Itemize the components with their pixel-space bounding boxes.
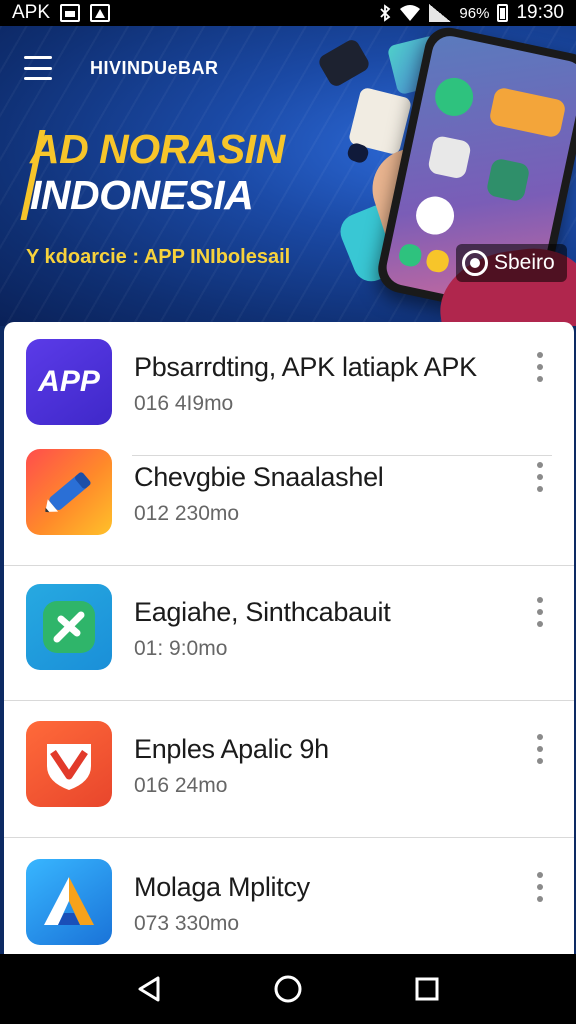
home-circle-icon	[274, 975, 302, 1003]
more-options-button[interactable]	[532, 597, 548, 627]
phone-app-tile	[424, 248, 451, 275]
brand-title: HIVINDUeBAR	[90, 58, 219, 78]
app-name: Molaga Mplitcy	[134, 872, 310, 902]
banner-subline: Y kdoarcie : APP INIbolesail	[26, 246, 291, 268]
app-size: 016 24mo	[134, 774, 228, 797]
pencil-icon	[26, 449, 112, 535]
phone-app-tile	[412, 193, 458, 239]
list-item[interactable]: Enples Apalic 9h 016 24mo	[4, 704, 574, 838]
shield-glyph	[47, 744, 91, 790]
more-options-button[interactable]	[532, 352, 548, 382]
app-size: 01: 9:0mo	[134, 637, 228, 660]
phone-app-tile	[488, 86, 567, 139]
phone-app-tile	[397, 242, 424, 269]
letter-a-icon	[26, 859, 112, 945]
hamburger-menu-button[interactable]	[24, 56, 52, 80]
battery-icon	[497, 4, 509, 22]
headline-line-2: INDONESIA	[30, 172, 254, 218]
mail-notification-icon	[60, 4, 81, 22]
app-name: Pbsarrdting, APK latiapk APK	[134, 352, 477, 382]
headline-line-1: AD NORASIN	[30, 126, 285, 172]
app-list: APP Pbsarrdting, APK latiapk APK 016 4I9…	[4, 322, 574, 954]
shield-icon	[26, 721, 112, 807]
divider	[4, 565, 574, 566]
navigation-bar	[0, 954, 576, 1024]
list-item[interactable]: Chevgbie Snaalashel 012 230mo	[4, 432, 574, 566]
menu-line	[24, 66, 52, 70]
phone-app-tile	[485, 157, 531, 203]
back-button[interactable]	[129, 969, 169, 1009]
divider	[4, 700, 574, 701]
more-options-button[interactable]	[532, 872, 548, 902]
banner-tag-label: Sbeiro	[494, 251, 555, 274]
app-name: Chevgbie Snaalashel	[134, 462, 384, 492]
back-triangle-icon	[138, 976, 160, 1002]
status-bar: APK 96% 19:30	[0, 0, 576, 26]
banner-headline: AD NORASIN INDONESIA	[30, 126, 340, 218]
record-icon	[462, 250, 488, 276]
image-notification-icon	[90, 4, 111, 22]
menu-line	[24, 77, 52, 80]
signal-icon	[429, 4, 452, 22]
phone-app-tile	[431, 74, 477, 120]
recents-square-icon	[415, 977, 439, 1001]
check-glyph	[43, 601, 95, 653]
app-name: Enples Apalic 9h	[134, 734, 329, 764]
home-button[interactable]	[268, 969, 308, 1009]
check-icon	[26, 584, 112, 670]
carrier-label: APK	[12, 2, 51, 23]
phone-app-tile	[426, 134, 473, 180]
wifi-icon	[400, 5, 421, 21]
app-name: Eagiahe, Sinthcabauit	[134, 597, 391, 627]
recents-button[interactable]	[407, 969, 447, 1009]
banner-tag-button[interactable]: Sbeiro	[456, 244, 567, 282]
app-size: 073 330mo	[134, 912, 240, 935]
app-size: 016 4I9mo	[134, 392, 234, 415]
clock: 19:30	[516, 2, 564, 23]
app-size: 012 230mo	[134, 502, 240, 525]
bluetooth-icon	[380, 4, 391, 22]
app-icon-text: APP	[38, 365, 100, 398]
battery-percent: 96%	[459, 4, 490, 22]
more-options-button[interactable]	[532, 734, 548, 764]
letter-a-glyph	[44, 877, 94, 925]
promo-banner: HIVINDUeBAR AD NORASIN INDONESIA Y kdoar…	[0, 26, 576, 326]
more-options-button[interactable]	[532, 462, 548, 492]
pencil-glyph	[45, 472, 91, 513]
list-item[interactable]: Molaga Mplitcy 073 330mo	[4, 842, 574, 954]
list-item[interactable]: Eagiahe, Sinthcabauit 01: 9:0mo	[4, 567, 574, 701]
menu-line	[24, 56, 52, 59]
divider	[4, 837, 574, 838]
app-text-icon: APP	[26, 339, 112, 425]
